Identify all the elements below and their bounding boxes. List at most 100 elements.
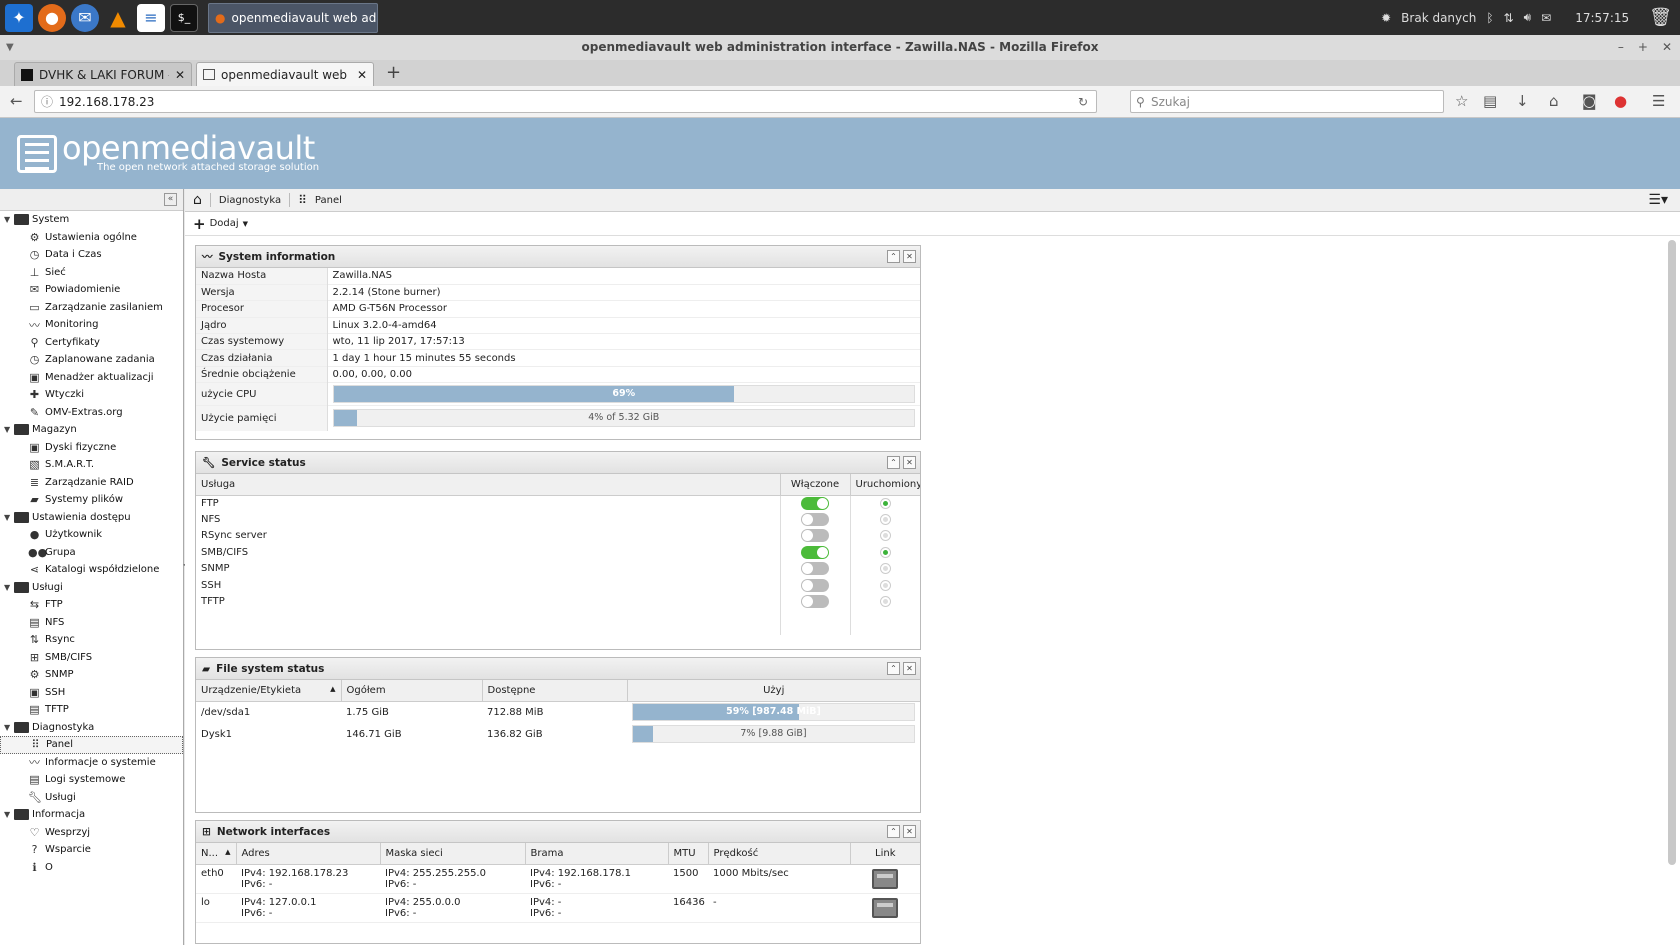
expand-arrow-icon[interactable]: ▼: [4, 425, 14, 434]
column-header[interactable]: Ogółem: [341, 680, 483, 702]
bookmark-star-icon[interactable]: ☆: [1455, 92, 1468, 110]
column-header[interactable]: Prędkość: [708, 843, 851, 865]
sidebar-item[interactable]: ♡ Wesprzyj: [0, 824, 183, 842]
close-tab-icon[interactable]: ✕: [175, 68, 185, 82]
sidebar-group[interactable]: ▼ Magazyn: [0, 421, 183, 439]
sidebar-item[interactable]: ⚙ SNMP: [0, 666, 183, 684]
expand-arrow-icon[interactable]: ▼: [4, 810, 14, 819]
close-tab-icon[interactable]: ✕: [357, 68, 367, 82]
sidebar-item[interactable]: ▧ S.M.A.R.T.: [0, 456, 183, 474]
collapse-widget-icon[interactable]: ⌃: [887, 250, 900, 263]
sidebar-item[interactable]: ✚ Wtyczki: [0, 386, 183, 404]
sidebar-item[interactable]: 〰 Monitoring: [0, 316, 183, 334]
close-widget-icon[interactable]: ✕: [903, 662, 916, 675]
add-widget-button[interactable]: Dodaj: [210, 218, 239, 229]
sidebar-item[interactable]: ℹO: [0, 859, 183, 877]
network-icon[interactable]: ✹: [1381, 11, 1391, 25]
collapse-widget-icon[interactable]: ⌃: [887, 456, 900, 469]
sidebar-item[interactable]: ✎ OMV-Extras.org: [0, 404, 183, 422]
sidebar-item[interactable]: ⇆ FTP: [0, 596, 183, 614]
sidebar-item[interactable]: ▣ Dyski fizyczne: [0, 439, 183, 457]
maximize-icon[interactable]: +: [1638, 35, 1648, 60]
tab-omv[interactable]: openmediavault web admin ✕: [196, 62, 374, 86]
vlc-icon[interactable]: ▲: [104, 4, 132, 32]
column-header[interactable]: Urządzenie/Etykieta ▲: [196, 680, 342, 702]
column-header[interactable]: Maska sieci: [380, 843, 526, 865]
collapse-widget-icon[interactable]: ⌃: [887, 662, 900, 675]
hamburger-menu-icon[interactable]: ☰: [1652, 92, 1665, 110]
sidebar-item[interactable]: ●● Grupa: [0, 544, 183, 562]
column-header[interactable]: Uruchomiony: [850, 474, 920, 496]
url-bar[interactable]: ⓘ 192.168.178.23 ↻: [34, 90, 1097, 113]
collapse-widget-icon[interactable]: ⌃: [887, 825, 900, 838]
sidebar-item[interactable]: ● Użytkownik: [0, 526, 183, 544]
sidebar-item[interactable]: ⇅ Rsync: [0, 631, 183, 649]
sidebar-item[interactable]: 🔧︎ Usługi: [0, 789, 183, 807]
sidebar-item[interactable]: ⊞ SMB/CIFS: [0, 649, 183, 667]
sidebar-item[interactable]: ▤ TFTP: [0, 701, 183, 719]
sidebar-item[interactable]: ◷ Zaplanowane zadania: [0, 351, 183, 369]
reading-list-icon[interactable]: ▤: [1483, 92, 1497, 110]
mail-client-icon[interactable]: ✉: [71, 3, 99, 32]
sidebar-group[interactable]: ▼ Diagnostyka: [0, 719, 183, 737]
sidebar-group[interactable]: ▼ Informacja: [0, 806, 183, 824]
expand-arrow-icon[interactable]: ▼: [4, 723, 14, 732]
table-row[interactable]: eth0 IPv4: 192.168.178.23 IPv6: - IPv4: 2…: [196, 864, 920, 893]
add-icon[interactable]: +: [193, 215, 206, 233]
search-input[interactable]: ⚲ Szukaj: [1130, 90, 1444, 113]
sidebar-item[interactable]: ⠿ Panel: [0, 736, 183, 754]
info-icon[interactable]: ⓘ: [41, 93, 53, 110]
table-row[interactable]: lo IPv4: 127.0.0.1 IPv6: - IPv4: 255.0.0.…: [196, 893, 920, 922]
volume-icon[interactable]: 🔊︎: [1524, 10, 1532, 25]
sidebar-item[interactable]: ◷ Data i Czas: [0, 246, 183, 264]
menu-icon[interactable]: ✦: [5, 3, 33, 32]
sidebar-item[interactable]: ▭ Zarządzanie zasilaniem: [0, 299, 183, 317]
minimize-icon[interactable]: –: [1618, 35, 1624, 60]
sidebar-group[interactable]: ▼ System: [0, 211, 183, 229]
expand-arrow-icon[interactable]: ▼: [4, 583, 14, 592]
column-header[interactable]: Link: [850, 843, 920, 865]
transfer-icon[interactable]: ⇅: [1504, 11, 1514, 25]
reload-icon[interactable]: ↻: [1078, 95, 1088, 109]
sidebar-item[interactable]: ⚲ Certyfikaty: [0, 334, 183, 352]
bluetooth-icon[interactable]: ᛒ: [1486, 11, 1493, 25]
network-status[interactable]: Brak danych: [1401, 11, 1476, 25]
sidebar-item[interactable]: ≣ Zarządzanie RAID: [0, 474, 183, 492]
sidebar-group[interactable]: ▼ Usługi: [0, 579, 183, 597]
home-crumb-icon[interactable]: ⌂: [193, 192, 202, 208]
tab-forum[interactable]: DVHK & LAKI FORUM - Serv ✕: [14, 62, 192, 86]
download-icon[interactable]: ↓: [1516, 92, 1529, 110]
sidebar-group[interactable]: ▼ Ustawienia dostępu: [0, 509, 183, 527]
table-row[interactable]: Dysk1 146.71 GiB 136.82 GiB 7% [9.88 GiB]: [196, 723, 920, 745]
firefox-icon[interactable]: ●: [38, 3, 66, 32]
content-scrollbar[interactable]: [1668, 240, 1676, 865]
dropdown-arrow-icon[interactable]: ▼: [243, 220, 248, 228]
sidebar-item[interactable]: ▣ Menadżer aktualizacji: [0, 369, 183, 387]
text-editor-icon[interactable]: ≡: [137, 3, 165, 32]
back-icon[interactable]: ←: [10, 92, 23, 110]
close-widget-icon[interactable]: ✕: [903, 825, 916, 838]
sidebar-item[interactable]: ⋖ Katalogi współdzielone: [0, 561, 183, 579]
breadcrumb-diagnostyka[interactable]: Diagnostyka: [219, 195, 281, 206]
sidebar-item[interactable]: ▰ Systemy plików: [0, 491, 183, 509]
extension-icon[interactable]: ●: [1614, 92, 1627, 110]
sidebar-item[interactable]: ▤ NFS: [0, 614, 183, 632]
close-widget-icon[interactable]: ✕: [903, 250, 916, 263]
column-header[interactable]: Dostępne: [482, 680, 628, 702]
trash-icon[interactable]: 🗑︎: [1649, 7, 1672, 28]
expand-arrow-icon[interactable]: ▼: [4, 513, 14, 522]
window-menu-icon[interactable]: ▼: [6, 35, 14, 60]
column-header[interactable]: Adres: [236, 843, 381, 865]
collapse-sidebar-icon[interactable]: «: [164, 193, 177, 206]
task-firefox-button[interactable]: ● openmediavault web admini...: [208, 2, 378, 33]
home-icon[interactable]: ⌂: [1549, 92, 1559, 110]
close-widget-icon[interactable]: ✕: [903, 456, 916, 469]
column-header[interactable]: MTU: [668, 843, 709, 865]
close-window-icon[interactable]: ✕: [1662, 35, 1672, 60]
sidebar-item[interactable]: ⚙ Ustawienia ogólne: [0, 229, 183, 247]
column-header[interactable]: Włączone: [780, 474, 851, 496]
sidebar-item[interactable]: ▣ SSH: [0, 684, 183, 702]
terminal-icon[interactable]: $_: [170, 3, 198, 32]
expand-arrow-icon[interactable]: ▼: [4, 215, 14, 224]
clock[interactable]: 17:57:15: [1575, 11, 1629, 25]
